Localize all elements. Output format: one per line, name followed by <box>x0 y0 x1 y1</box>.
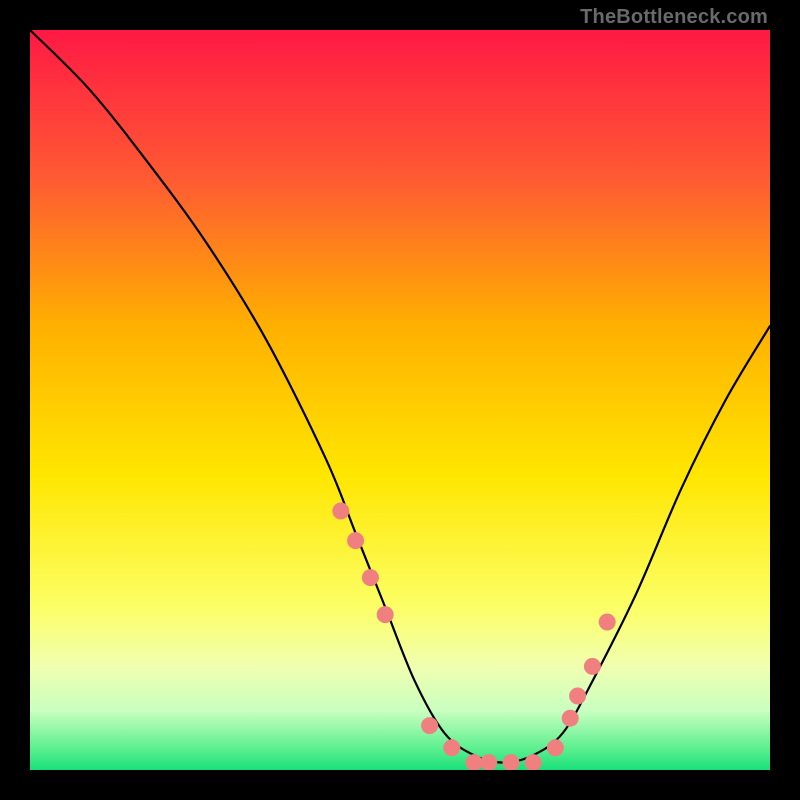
marker-point <box>547 739 564 756</box>
plot-area <box>30 30 770 770</box>
marker-point <box>421 717 438 734</box>
marker-point <box>443 739 460 756</box>
marker-point <box>480 754 497 770</box>
watermark-text: TheBottleneck.com <box>580 6 768 29</box>
marker-point <box>562 710 579 727</box>
curve-layer <box>30 30 770 770</box>
marker-point <box>377 606 394 623</box>
bottleneck-curve <box>30 30 770 763</box>
marker-point <box>332 503 349 520</box>
marker-point <box>362 569 379 586</box>
marker-point <box>569 688 586 705</box>
marker-point <box>599 614 616 631</box>
bottleneck-chart: TheBottleneck.com <box>0 0 800 800</box>
marker-point <box>503 754 520 770</box>
marker-point <box>347 532 364 549</box>
marker-point <box>584 658 601 675</box>
marker-point <box>466 754 483 770</box>
highlighted-points <box>332 503 615 771</box>
marker-point <box>525 754 542 770</box>
